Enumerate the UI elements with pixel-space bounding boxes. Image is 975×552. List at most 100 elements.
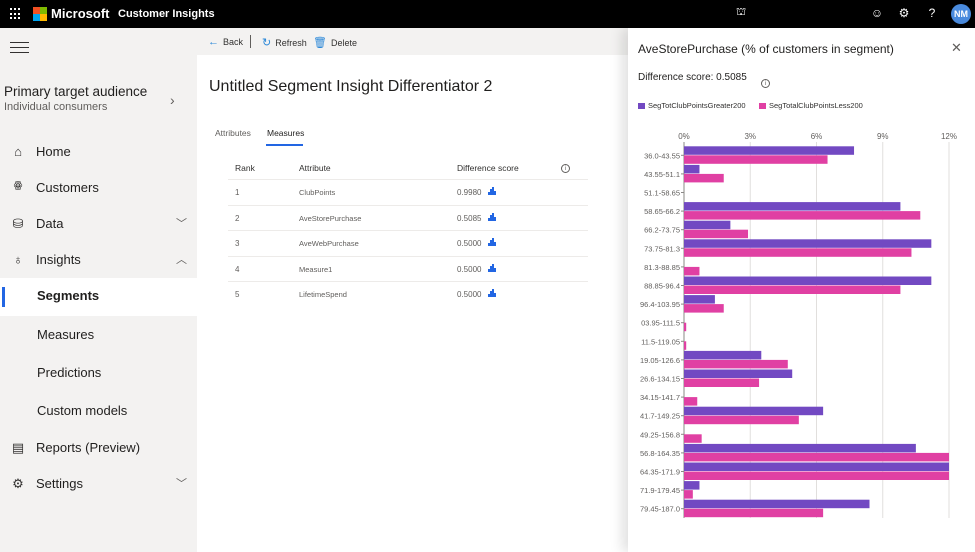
bar-series-1 [684, 276, 932, 285]
sidebar-item-custom-models[interactable]: Custom models [0, 393, 197, 429]
sidebar-item-home[interactable]: ⌂ Home [0, 134, 197, 170]
brand-name: Microsoft [51, 6, 110, 21]
legend-swatch [638, 103, 645, 109]
rank-cell: 4 [235, 264, 240, 274]
column-header-rank[interactable]: Rank [235, 163, 255, 173]
page-title: Untitled Segment Insight Differentiator … [209, 78, 493, 95]
attribute-cell[interactable]: AveWebPurchase [299, 239, 359, 248]
app-launcher-icon[interactable] [10, 8, 22, 20]
chevron-right-icon[interactable]: › [170, 92, 175, 108]
hamburger-menu-icon[interactable] [10, 42, 29, 57]
info-icon[interactable]: i [761, 72, 770, 90]
sidebar-item-label: Settings [36, 476, 83, 491]
sidebar-item-label: Custom models [37, 403, 128, 418]
difference-score-cell: 0.9980 [457, 188, 482, 197]
audience-subtitle: Individual consumers [4, 101, 108, 113]
column-header-difference-score[interactable]: Difference score [457, 163, 519, 173]
tab-attributes[interactable]: Attributes [215, 128, 251, 138]
y-tick-label: 71.9-179.45 [640, 486, 680, 495]
command-bar: ← Back ↻ Refresh 🗑 Delete [197, 28, 628, 55]
sidebar-item-insights[interactable]: ♁ Insights ︿ [0, 242, 197, 278]
bar-series-2 [684, 471, 949, 480]
y-tick-label: 43.55-51.1 [644, 170, 680, 179]
tab-measures[interactable]: Measures [267, 128, 304, 138]
attribute-detail-panel: AveStorePurchase (% of customers in segm… [628, 28, 975, 552]
table-row[interactable]: 2 AveStorePurchase 0.5085 [228, 204, 588, 231]
bar-chart-icon[interactable] [488, 263, 496, 272]
rank-cell: 2 [235, 213, 240, 223]
data-icon: ⛁ [12, 216, 24, 231]
y-tick-label: 51.1-58.65 [644, 189, 680, 198]
app-name[interactable]: Customer Insights [118, 8, 215, 20]
chevron-down-icon[interactable]: ﹀ [176, 475, 187, 491]
bar-series-2 [684, 211, 921, 220]
bar-series-1 [684, 239, 932, 248]
bar-chart-icon[interactable] [488, 212, 496, 221]
bar-series-1 [684, 202, 901, 211]
sidebar-item-customers[interactable]: ꙮ Customers [0, 170, 197, 206]
sidebar-item-data[interactable]: ⛁ Data ﹀ [0, 206, 197, 242]
avatar[interactable]: NM [951, 4, 971, 24]
trash-icon: 🗑 [313, 37, 327, 49]
bar-chart-icon[interactable] [488, 238, 496, 246]
bar-series-2 [684, 434, 702, 443]
active-tab-indicator [266, 144, 303, 146]
difference-score-cell: 0.5000 [457, 264, 482, 274]
sidebar-item-settings[interactable]: ⚙ Settings ﹀ [0, 466, 197, 502]
feedback-smiley-icon[interactable]: ☺ [869, 6, 885, 20]
sidebar-item-measures[interactable]: Measures [0, 317, 197, 353]
x-tick-label: 0% [678, 132, 690, 141]
bar-series-1 [684, 369, 793, 378]
environment-icon[interactable]: ⛫ [733, 6, 749, 20]
y-tick-label: 64.35-171.9 [640, 468, 680, 477]
legend-swatch [759, 103, 766, 109]
bar-series-1 [684, 164, 700, 174]
sidebar-item-label: Segments [37, 288, 100, 303]
bar-series-1 [684, 350, 762, 360]
attribute-cell[interactable]: ClubPoints [299, 188, 335, 197]
y-tick-label: 19.05-126.6 [640, 356, 680, 365]
sidebar-item-label: Customers [36, 180, 99, 195]
chevron-down-icon[interactable]: ﹀ [176, 215, 187, 231]
y-tick-label: 81.3-88.85 [644, 263, 680, 272]
sidebar-item-label: Measures [37, 327, 95, 342]
arrow-left-icon: ← [208, 36, 219, 48]
info-icon[interactable]: i [561, 162, 570, 173]
column-header-attribute[interactable]: Attribute [299, 163, 331, 173]
attribute-cell[interactable]: Measure1 [299, 265, 332, 274]
settings-gear-icon[interactable]: ⚙ [896, 6, 912, 20]
legend-item-series-2: SegTotalClubPointsLess200 [759, 101, 863, 110]
chevron-up-icon[interactable]: ︿ [176, 251, 187, 267]
sidebar: Primary target audience Individual consu… [0, 28, 197, 552]
bar-chart-icon[interactable] [488, 187, 496, 195]
bar-series-2 [684, 508, 824, 518]
close-icon[interactable]: ✕ [951, 40, 962, 56]
difference-score-cell: 0.5085 [457, 213, 482, 223]
table-row[interactable]: 5 LifetimeSpend 0.5000 [228, 281, 588, 307]
bar-series-2 [684, 285, 901, 294]
bar-series-2 [684, 452, 949, 462]
refresh-button[interactable]: ↻ Refresh [262, 36, 307, 49]
bar-series-2 [684, 341, 687, 350]
y-tick-label: 49.25-156.8 [640, 430, 680, 439]
attribute-cell[interactable]: AveStorePurchase [299, 214, 361, 223]
back-button[interactable]: ← Back [208, 36, 243, 48]
sidebar-item-reports[interactable]: ▤ Reports (Preview) [0, 430, 197, 466]
bar-chart-icon[interactable] [488, 289, 496, 297]
table-row[interactable]: 1 ClubPoints 0.9980 [228, 179, 588, 205]
table-row[interactable]: 3 AveWebPurchase 0.5000 [228, 230, 588, 256]
x-tick-label: 6% [811, 132, 823, 141]
audience-selector[interactable]: Primary target audience Individual consu… [4, 84, 147, 113]
bar-series-2 [684, 378, 760, 387]
sidebar-item-segments[interactable]: Segments [0, 278, 197, 316]
y-tick-label: 73.75-81.3 [644, 244, 680, 253]
legend-label: SegTotalClubPointsLess200 [769, 101, 863, 110]
home-icon: ⌂ [14, 144, 22, 159]
bar-series-2 [684, 359, 788, 369]
sidebar-item-predictions[interactable]: Predictions [0, 355, 197, 391]
table-row[interactable]: 4 Measure1 0.5000 [228, 255, 588, 282]
attribute-cell[interactable]: LifetimeSpend [299, 290, 347, 299]
y-tick-label: 26.6-134.15 [640, 375, 680, 384]
help-icon[interactable]: ? [924, 6, 940, 20]
delete-button[interactable]: 🗑 Delete [313, 36, 357, 49]
